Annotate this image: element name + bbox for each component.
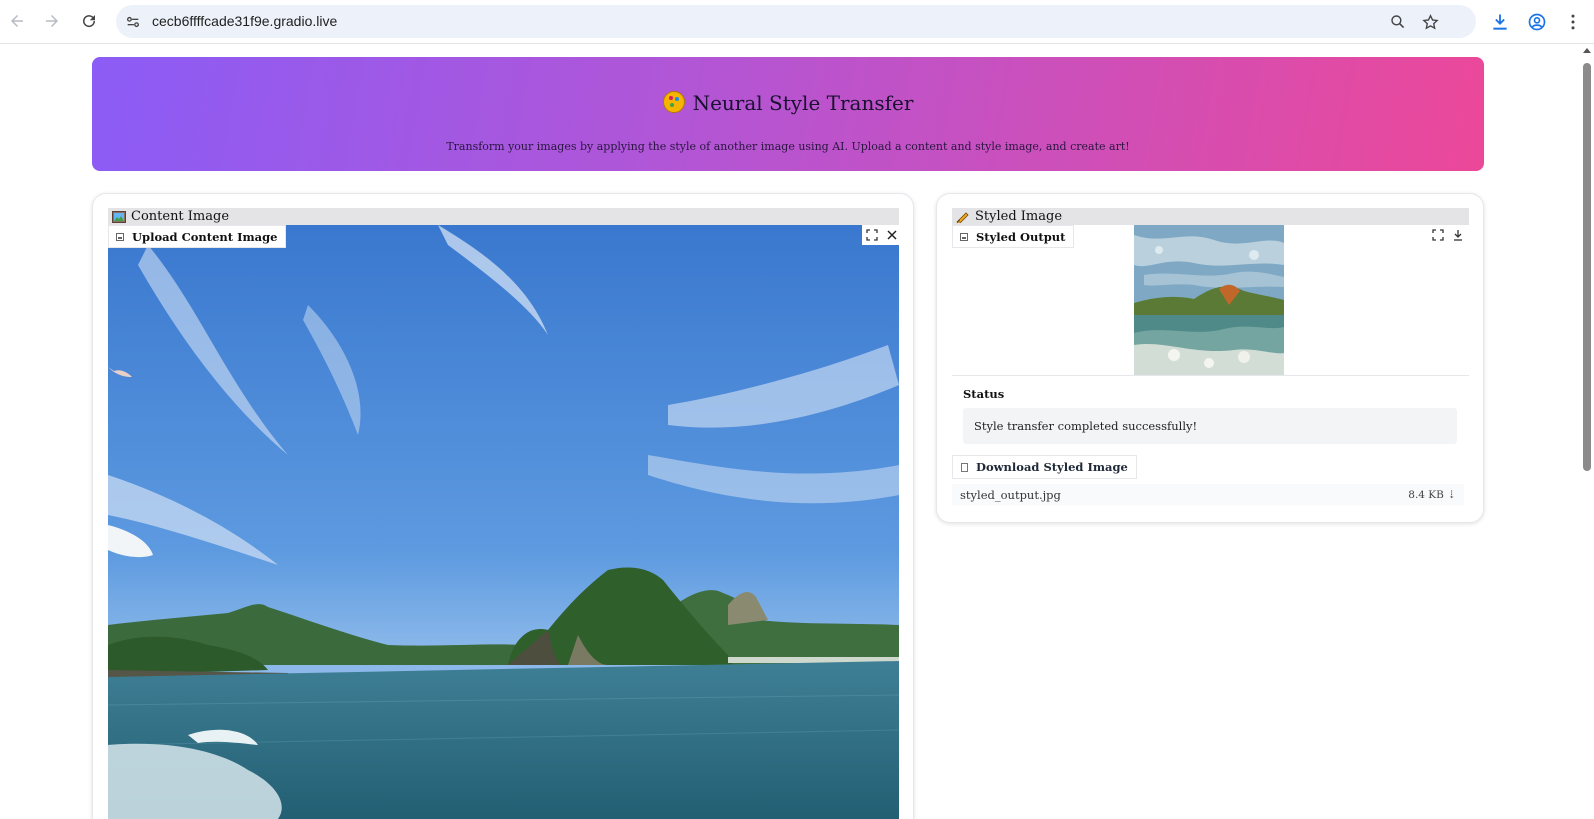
scrollbar-thumb[interactable] bbox=[1583, 63, 1591, 471]
fullscreen-icon[interactable] bbox=[862, 225, 882, 245]
status-textbox[interactable]: Style transfer completed successfully! bbox=[963, 408, 1457, 444]
download-styled-image-tag: Download Styled Image bbox=[952, 455, 1137, 479]
status-label: Status bbox=[963, 387, 1005, 401]
profile-icon[interactable] bbox=[1525, 10, 1549, 34]
status-text: Style transfer completed successfully! bbox=[974, 419, 1198, 433]
image-icon bbox=[116, 232, 124, 241]
file-size: 8.4 KB ⇣ bbox=[1408, 488, 1456, 501]
url-text[interactable]: cecb6ffffcade31f9e.gradio.live bbox=[152, 13, 337, 29]
download-file-row[interactable]: styled_output.jpg 8.4 KB ⇣ bbox=[952, 484, 1464, 505]
styled-output-tag: Styled Output bbox=[952, 225, 1075, 248]
clear-image-close-icon[interactable] bbox=[882, 225, 902, 245]
forward-icon[interactable] bbox=[39, 8, 65, 34]
menu-icon[interactable] bbox=[1561, 10, 1585, 34]
divider bbox=[952, 375, 1469, 376]
zoom-icon[interactable] bbox=[1388, 12, 1408, 32]
file-icon bbox=[961, 462, 968, 472]
upload-content-image-text: Upload Content Image bbox=[132, 229, 278, 244]
palette-icon bbox=[662, 91, 685, 113]
address-bar[interactable]: cecb6ffffcade31f9e.gradio.live bbox=[116, 5, 1476, 38]
paintbrush-icon bbox=[956, 211, 970, 223]
back-icon[interactable] bbox=[4, 8, 30, 34]
page-title: Neural Style Transfer bbox=[92, 91, 1484, 115]
bookmark-star-icon[interactable] bbox=[1420, 12, 1440, 32]
file-name-link[interactable]: styled_output.jpg bbox=[960, 488, 1061, 502]
content-image-label-text: Content Image bbox=[131, 209, 230, 224]
content-image[interactable] bbox=[108, 225, 899, 819]
header-banner: Neural Style Transfer Transform your ima… bbox=[92, 57, 1484, 171]
fullscreen-icon[interactable] bbox=[1428, 225, 1448, 245]
styled-image-label: Styled Image bbox=[952, 208, 1469, 225]
scroll-up-arrow-icon[interactable] bbox=[1583, 48, 1591, 53]
reload-icon[interactable] bbox=[76, 8, 102, 34]
content-image-label: Content Image bbox=[108, 208, 899, 225]
page-title-text: Neural Style Transfer bbox=[692, 91, 914, 115]
download-styled-image-text: Download Styled Image bbox=[976, 460, 1128, 474]
styled-image-label-text: Styled Image bbox=[975, 209, 1063, 224]
styled-output-image[interactable] bbox=[1134, 225, 1284, 375]
page-subtitle: Transform your images by applying the st… bbox=[446, 140, 1130, 153]
image-icon bbox=[960, 232, 968, 241]
site-info-icon[interactable] bbox=[124, 13, 142, 31]
upload-content-image-tag: Upload Content Image bbox=[108, 225, 287, 248]
download-image-icon[interactable] bbox=[1448, 225, 1468, 245]
browser-toolbar: cecb6ffffcade31f9e.gradio.live bbox=[0, 0, 1594, 44]
download-icon[interactable] bbox=[1488, 10, 1512, 34]
styled-output-tag-text: Styled Output bbox=[976, 229, 1066, 244]
framed-picture-icon bbox=[112, 210, 126, 223]
